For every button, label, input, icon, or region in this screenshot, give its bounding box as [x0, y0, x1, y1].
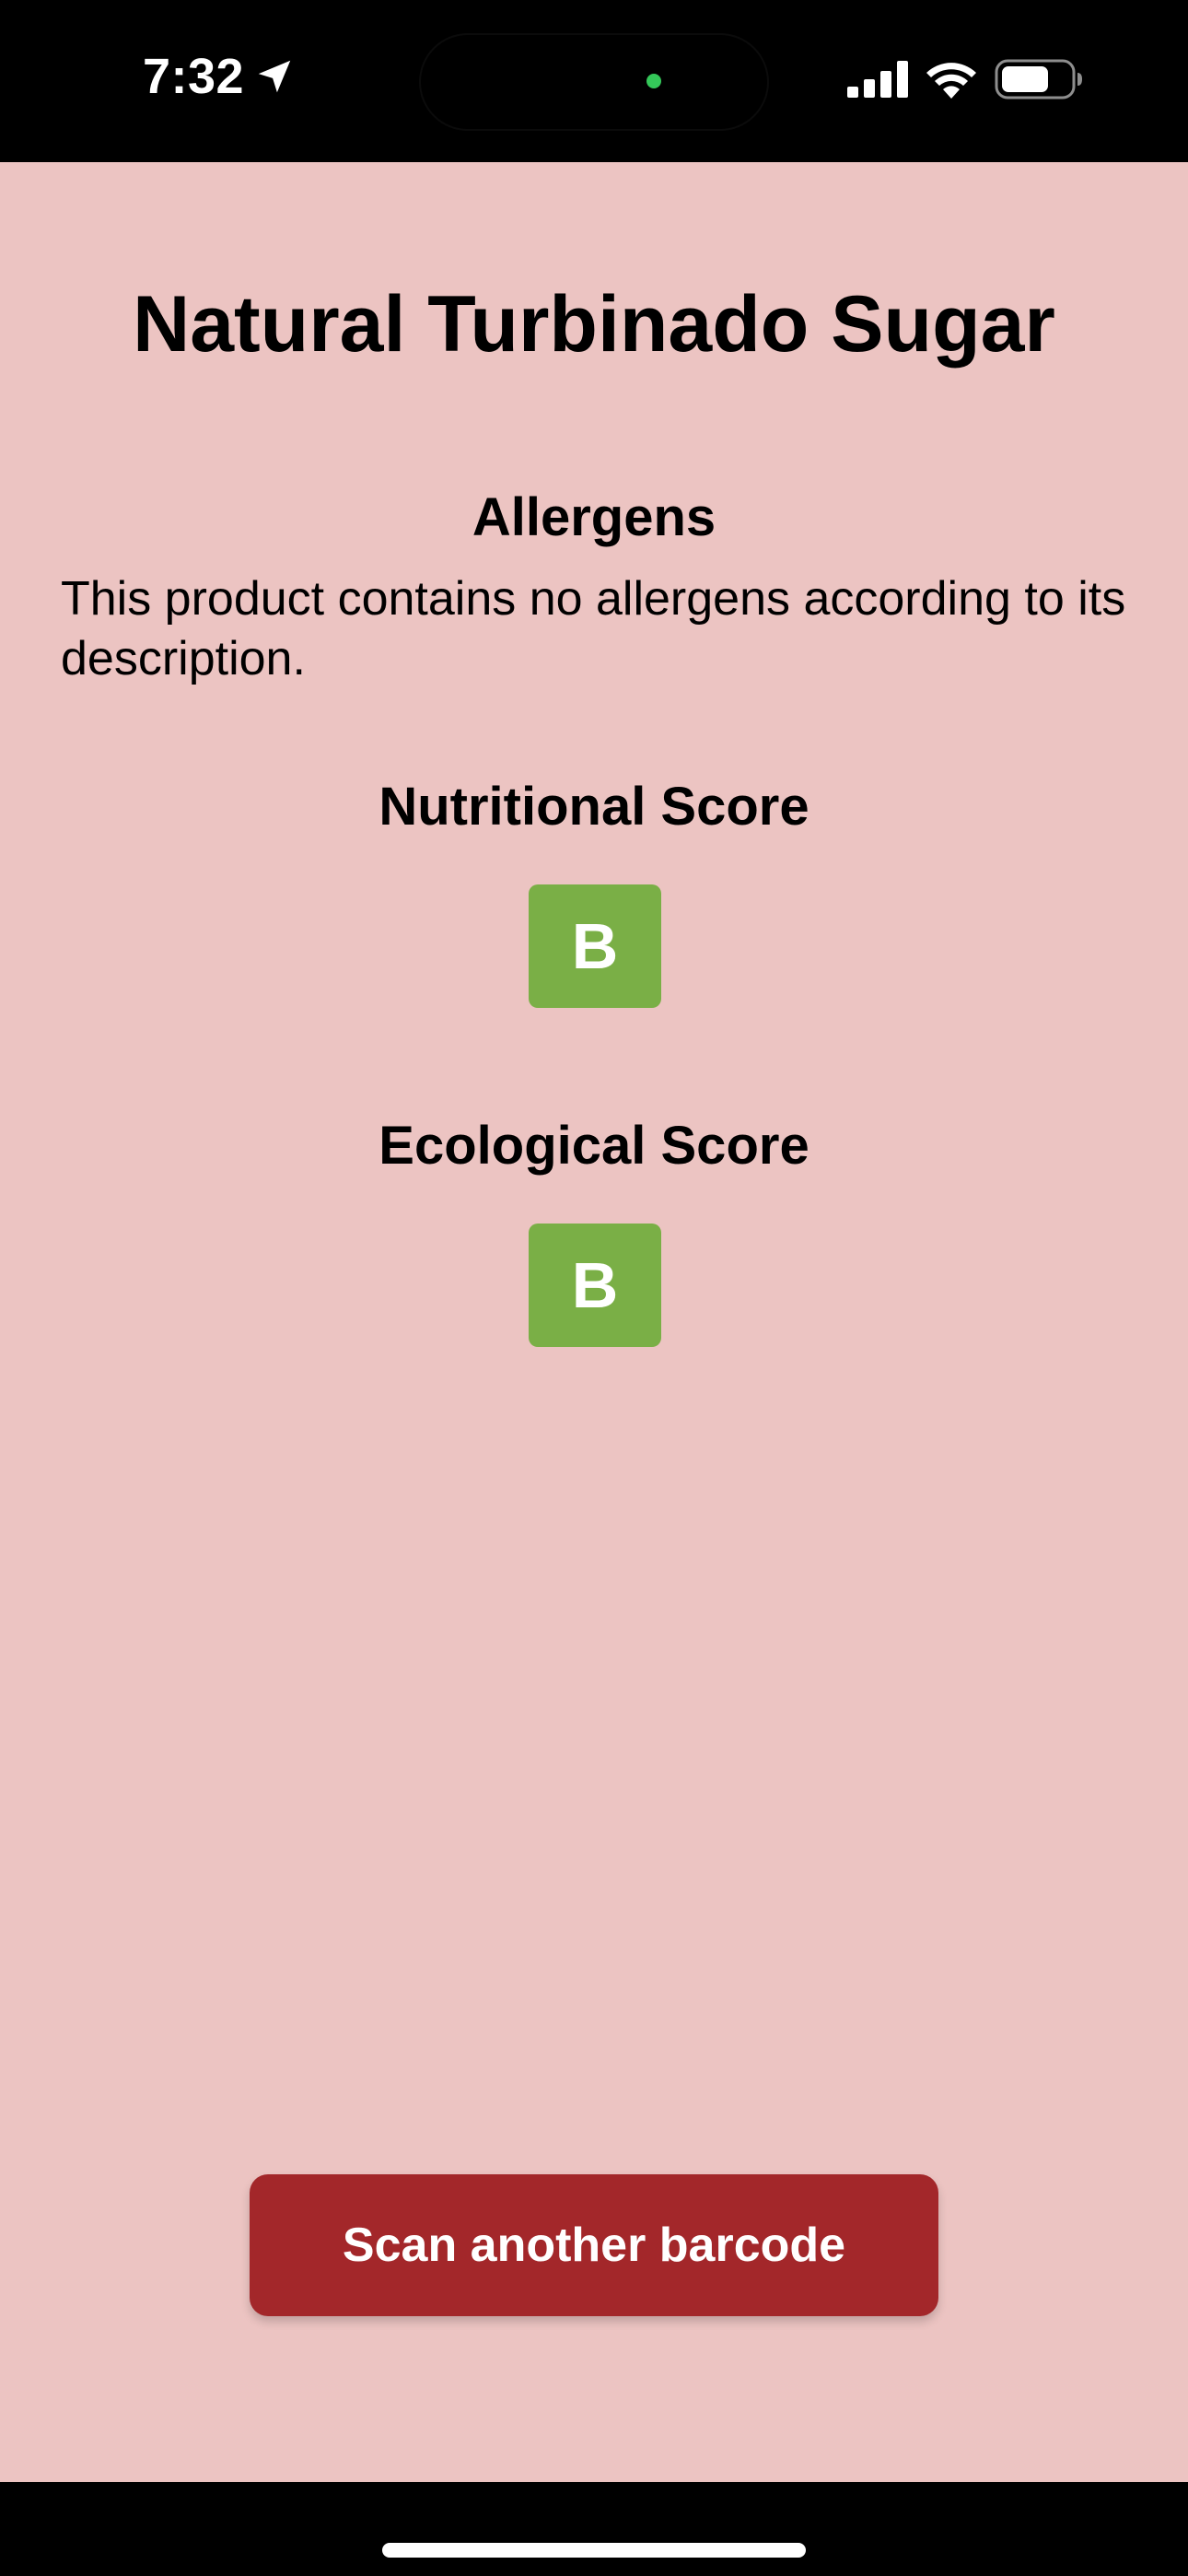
status-bar: 7:32	[0, 0, 1188, 162]
allergens-description: This product contains no allergens accor…	[61, 572, 1126, 685]
wifi-icon	[925, 60, 978, 99]
privacy-indicator-dot	[646, 74, 661, 88]
bottom-system-bar	[0, 2482, 1188, 2576]
status-indicators	[847, 59, 1083, 100]
product-title: Natural Turbinado Sugar	[133, 280, 1055, 369]
status-time: 7:32	[143, 48, 296, 105]
ecological-score-heading: Ecological Score	[379, 1116, 809, 1176]
allergens-heading: Allergens	[472, 487, 716, 547]
status-time-text: 7:32	[143, 49, 245, 104]
ecological-score-badge: B	[529, 1224, 661, 1347]
location-arrow-icon	[253, 55, 296, 98]
battery-icon	[995, 59, 1083, 100]
dynamic-island	[419, 33, 769, 131]
home-indicator[interactable]	[382, 2543, 806, 2558]
scan-another-barcode-button[interactable]: Scan another barcode	[250, 2174, 938, 2316]
nutritional-score-heading: Nutritional Score	[379, 777, 809, 837]
nutritional-score-badge: B	[529, 884, 661, 1008]
cellular-signal-icon	[847, 61, 908, 98]
